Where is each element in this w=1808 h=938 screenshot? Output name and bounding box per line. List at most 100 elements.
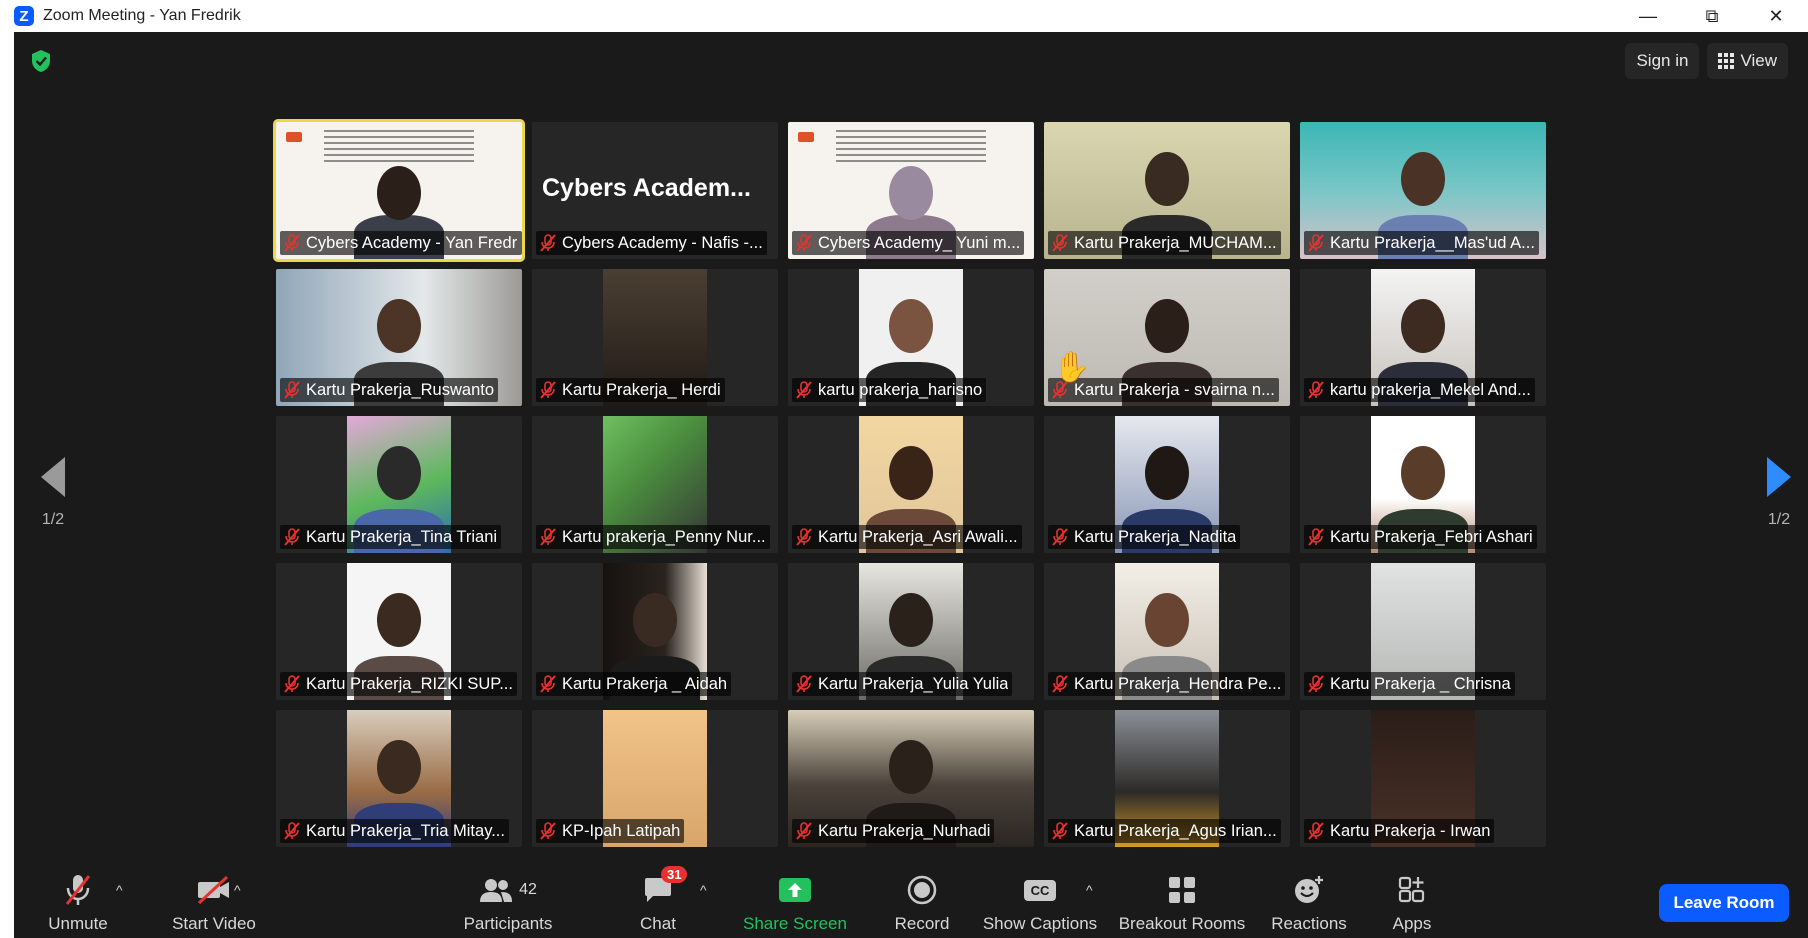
mic-muted-icon bbox=[1050, 821, 1070, 841]
record-button[interactable]: Record bbox=[882, 860, 962, 938]
participant-tile[interactable]: Kartu Prakerja_Febri Ashari bbox=[1300, 416, 1546, 553]
mic-muted-icon bbox=[282, 821, 302, 841]
breakout-rooms-button[interactable]: Breakout Rooms bbox=[1116, 860, 1248, 938]
record-label: Record bbox=[894, 914, 950, 933]
sign-in-button[interactable]: Sign in bbox=[1625, 43, 1700, 79]
participant-name: Kartu Prakerja - Irwan bbox=[1330, 822, 1491, 840]
participant-tile[interactable]: Kartu Prakerja_Yulia Yulia bbox=[788, 563, 1034, 700]
participant-tile[interactable]: Kartu prakerja_Penny Nur... bbox=[532, 416, 778, 553]
top-right-controls: Sign in View bbox=[1625, 43, 1788, 79]
participant-tile[interactable]: Kartu Prakerja _ Chrisna bbox=[1300, 563, 1546, 700]
captions-options-caret[interactable]: ^ bbox=[1086, 882, 1093, 898]
gallery-grid-icon bbox=[1718, 53, 1735, 69]
participant-tile[interactable]: Kartu Prakerja_Asri Awali... bbox=[788, 416, 1034, 553]
person-face bbox=[1401, 446, 1445, 500]
leave-room-button[interactable]: Leave Room bbox=[1659, 884, 1789, 922]
muted-mic-icon bbox=[63, 872, 93, 908]
participant-tile[interactable]: Kartu Prakerja_MUCHAM... bbox=[1044, 122, 1290, 259]
person-face bbox=[377, 740, 421, 794]
page-indicator-right: 1/2 bbox=[1767, 511, 1791, 528]
chat-button[interactable]: 31 Chat bbox=[628, 860, 688, 938]
participant-tile[interactable]: Cybers Academ... Cybers Academy - Nafis -… bbox=[532, 122, 778, 259]
participant-name: Kartu Prakerja_Tina Triani bbox=[306, 528, 498, 546]
participant-name: Kartu Prakerja_Tria Mitay... bbox=[306, 822, 505, 840]
previous-page-arrow-icon[interactable] bbox=[41, 457, 65, 497]
person-face bbox=[377, 593, 421, 647]
person-face bbox=[889, 299, 933, 353]
participant-tile[interactable]: Kartu Prakerja__Mas'ud A... bbox=[1300, 122, 1546, 259]
share-screen-icon bbox=[778, 872, 812, 908]
close-button[interactable]: ✕ bbox=[1744, 0, 1808, 32]
participant-tile[interactable]: kartu prakerja_Mekel And... bbox=[1300, 269, 1546, 406]
slide-banner bbox=[836, 130, 986, 162]
encryption-shield-icon[interactable] bbox=[30, 49, 52, 73]
person-face bbox=[889, 166, 933, 220]
participant-name: Kartu Prakerja_RIZKI SUP... bbox=[306, 675, 513, 693]
participant-tile[interactable]: Kartu Prakerja_Agus Irian... bbox=[1044, 710, 1290, 847]
participant-name: Kartu Prakerja_Agus Irian... bbox=[1074, 822, 1277, 840]
next-page-arrow-icon[interactable] bbox=[1767, 457, 1791, 497]
reactions-smiley-icon bbox=[1293, 872, 1325, 908]
apps-button[interactable]: Apps bbox=[1382, 860, 1442, 938]
participant-tile[interactable]: KP-Ipah Latipah bbox=[532, 710, 778, 847]
participant-nameplate: Kartu Prakerja _ Chrisna bbox=[1304, 672, 1515, 696]
participant-tile[interactable]: Kartu Prakerja_Nurhadi bbox=[788, 710, 1034, 847]
window-controls: — ⧉ ✕ bbox=[1616, 0, 1808, 32]
window-titlebar: Z Zoom Meeting - Yan Fredrik — ⧉ ✕ bbox=[0, 0, 1808, 32]
participant-tile[interactable]: Kartu Prakerja_Hendra Pe... bbox=[1044, 563, 1290, 700]
participant-name: Kartu Prakerja_Ruswanto bbox=[306, 381, 495, 399]
mic-muted-icon bbox=[794, 821, 814, 841]
participant-tile[interactable]: Kartu Prakerja - svairna n... bbox=[1044, 269, 1290, 406]
mic-muted-icon bbox=[794, 233, 814, 253]
video-options-caret[interactable]: ^ bbox=[234, 882, 241, 898]
mic-muted-icon bbox=[1306, 527, 1326, 547]
participant-name: Cybers Academy - Yan Fredri... bbox=[306, 234, 518, 252]
mic-muted-icon bbox=[794, 674, 814, 694]
participant-tile[interactable]: Kartu Prakerja_Nadita bbox=[1044, 416, 1290, 553]
participant-nameplate: Kartu Prakerja__Mas'ud A... bbox=[1304, 231, 1539, 255]
participant-nameplate: Kartu Prakerja_Tria Mitay... bbox=[280, 819, 509, 843]
zoom-logo-icon: Z bbox=[14, 6, 34, 26]
participant-nameplate: Kartu Prakerja_Nadita bbox=[1048, 525, 1241, 549]
person-face bbox=[889, 740, 933, 794]
audio-options-caret[interactable]: ^ bbox=[116, 882, 123, 898]
minimize-button[interactable]: — bbox=[1616, 0, 1680, 32]
next-page-nav[interactable]: 1/2 bbox=[1744, 457, 1808, 529]
mic-muted-icon bbox=[282, 380, 302, 400]
participant-tile[interactable]: Kartu Prakerja_Tria Mitay... bbox=[276, 710, 522, 847]
person-face bbox=[377, 299, 421, 353]
participants-button[interactable]: 42 Participants bbox=[458, 860, 558, 938]
restore-button[interactable]: ⧉ bbox=[1680, 0, 1744, 32]
share-screen-button[interactable]: Share Screen bbox=[738, 860, 852, 938]
reactions-button[interactable]: Reactions bbox=[1264, 860, 1354, 938]
participant-tile[interactable]: Kartu Prakerja_ Herdi bbox=[532, 269, 778, 406]
mic-muted-icon bbox=[1050, 527, 1070, 547]
chat-options-caret[interactable]: ^ bbox=[700, 882, 707, 898]
mic-muted-icon bbox=[538, 674, 558, 694]
participant-tile[interactable]: Cybers Academy - Yan Fredri... bbox=[273, 119, 525, 262]
participant-nameplate: Kartu Prakerja_Ruswanto bbox=[280, 378, 499, 402]
show-captions-button[interactable]: CC Show Captions bbox=[978, 860, 1102, 938]
unmute-label: Unmute bbox=[48, 914, 108, 933]
participant-name: KP-Ipah Latipah bbox=[562, 822, 681, 840]
participant-name: Cybers Academy_ Yuni m... bbox=[818, 234, 1021, 252]
previous-page-nav[interactable]: 1/2 bbox=[18, 457, 88, 529]
participant-tile[interactable]: Kartu Prakerja - Irwan bbox=[1300, 710, 1546, 847]
participant-nameplate: KP-Ipah Latipah bbox=[536, 819, 685, 843]
participant-name: Kartu prakerja_Penny Nur... bbox=[562, 528, 766, 546]
start-video-button[interactable]: Start Video bbox=[162, 860, 266, 938]
participant-tile[interactable]: Kartu Prakerja _ Aidah bbox=[532, 563, 778, 700]
participants-count: 42 bbox=[519, 881, 537, 898]
participant-tile[interactable]: Kartu Prakerja_Ruswanto bbox=[276, 269, 522, 406]
participant-tile[interactable]: Kartu Prakerja_RIZKI SUP... bbox=[276, 563, 522, 700]
participant-tile[interactable]: Cybers Academy_ Yuni m... bbox=[788, 122, 1034, 259]
unmute-button[interactable]: Unmute bbox=[38, 860, 118, 938]
start-video-label: Start Video bbox=[172, 914, 256, 933]
mic-muted-icon bbox=[1306, 821, 1326, 841]
participant-nameplate: Kartu Prakerja_Febri Ashari bbox=[1304, 525, 1537, 549]
view-button[interactable]: View bbox=[1707, 43, 1788, 79]
view-label: View bbox=[1740, 51, 1777, 70]
window-title: Zoom Meeting - Yan Fredrik bbox=[43, 7, 241, 24]
participant-tile[interactable]: Kartu Prakerja_Tina Triani bbox=[276, 416, 522, 553]
participant-tile[interactable]: kartu prakerja_harisno bbox=[788, 269, 1034, 406]
